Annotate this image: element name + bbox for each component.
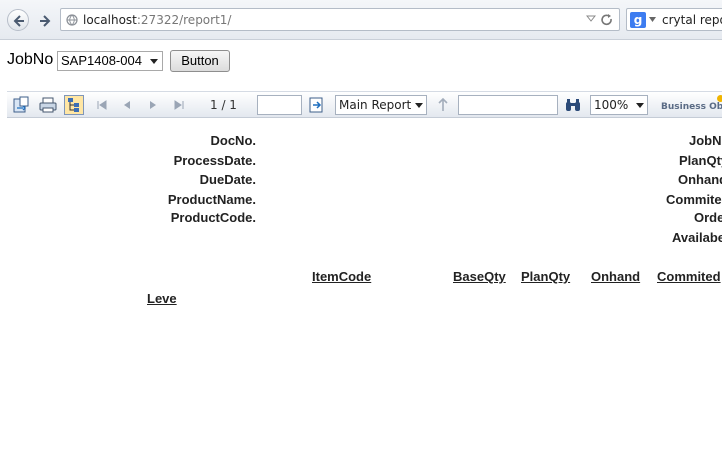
chevron-down-icon	[150, 59, 158, 64]
zoom-select[interactable]: 100%	[590, 95, 648, 115]
previous-page-icon[interactable]	[118, 96, 136, 114]
jobno-select[interactable]: SAP1408-004	[57, 51, 163, 71]
back-arrow-icon	[13, 15, 24, 27]
column-header-onhand: Onhand	[591, 269, 641, 284]
page-indicator: 1 / 1	[210, 98, 237, 112]
url-host: localhost	[83, 13, 137, 27]
report-label-docno: DocNo.	[210, 133, 257, 148]
export-icon[interactable]	[12, 96, 30, 114]
report-label-planqty: PlanQty	[679, 153, 722, 168]
report-label-commited: Commited	[666, 192, 722, 207]
search-text: crytal report	[662, 13, 722, 27]
next-page-icon[interactable]	[144, 96, 162, 114]
report-select[interactable]: Main Report	[335, 95, 427, 115]
column-header-itemcode: ItemCode	[312, 269, 372, 284]
jobno-label: JobNo	[7, 51, 54, 68]
first-page-icon[interactable]	[93, 96, 111, 114]
google-icon[interactable]: g	[630, 12, 646, 28]
browser-toolbar: localhost:27322/report1/ g crytal report	[0, 0, 722, 40]
globe-icon	[66, 14, 78, 26]
group-tree-toggle-button[interactable]	[64, 95, 84, 115]
last-page-icon[interactable]	[170, 96, 188, 114]
column-header-level: Leve	[147, 291, 177, 306]
drill-up-icon[interactable]	[434, 96, 452, 114]
column-header-baseqty: BaseQty	[453, 269, 506, 284]
group-tree-icon	[68, 98, 79, 112]
search-engine-dropdown-icon[interactable]	[649, 17, 656, 22]
business-objects-logo: Business Objects	[661, 102, 722, 112]
forward-button[interactable]	[33, 9, 55, 31]
back-button[interactable]	[7, 9, 29, 31]
report-label-order: Order	[694, 210, 722, 225]
submit-button[interactable]: Button	[170, 50, 230, 72]
reload-icon[interactable]	[600, 13, 614, 27]
chevron-down-icon	[636, 103, 644, 108]
report-label-duedate: DueDate.	[199, 172, 256, 187]
search-text-input[interactable]	[458, 95, 558, 115]
report-select-value: Main Report	[339, 98, 412, 112]
binoculars-search-icon[interactable]	[564, 96, 582, 114]
url-dropdown-icon[interactable]	[586, 15, 596, 23]
address-bar[interactable]: localhost:27322/report1/	[60, 8, 620, 31]
zoom-select-value: 100%	[594, 98, 629, 112]
jobno-select-value: SAP1408-004	[61, 53, 142, 68]
report-label-onhand: Onhand	[678, 172, 722, 187]
search-box[interactable]: g crytal report	[626, 8, 722, 31]
column-header-planqty: PlanQty	[521, 269, 571, 284]
url-path: :27322/report1/	[136, 13, 232, 27]
column-header-commited: Commited	[657, 269, 721, 284]
goto-page-icon[interactable]	[308, 96, 326, 114]
report-label-productname: ProductName.	[167, 192, 256, 207]
print-icon[interactable]	[39, 96, 57, 114]
url-text: localhost:27322/report1/	[83, 13, 231, 27]
report-viewer-toolbar: 1 / 1 Main Report 100% Business Objects	[7, 91, 722, 118]
report-label-jobno: JobNo	[689, 133, 722, 148]
goto-page-input[interactable]	[257, 95, 302, 115]
report-label-productcode: ProductCode.	[170, 210, 256, 225]
forward-arrow-icon	[40, 15, 51, 27]
report-label-availabe: Availabe	[672, 230, 722, 245]
chevron-down-icon	[415, 103, 423, 108]
business-objects-logo-mark	[717, 95, 722, 102]
report-label-processdate: ProcessDate.	[173, 153, 256, 168]
